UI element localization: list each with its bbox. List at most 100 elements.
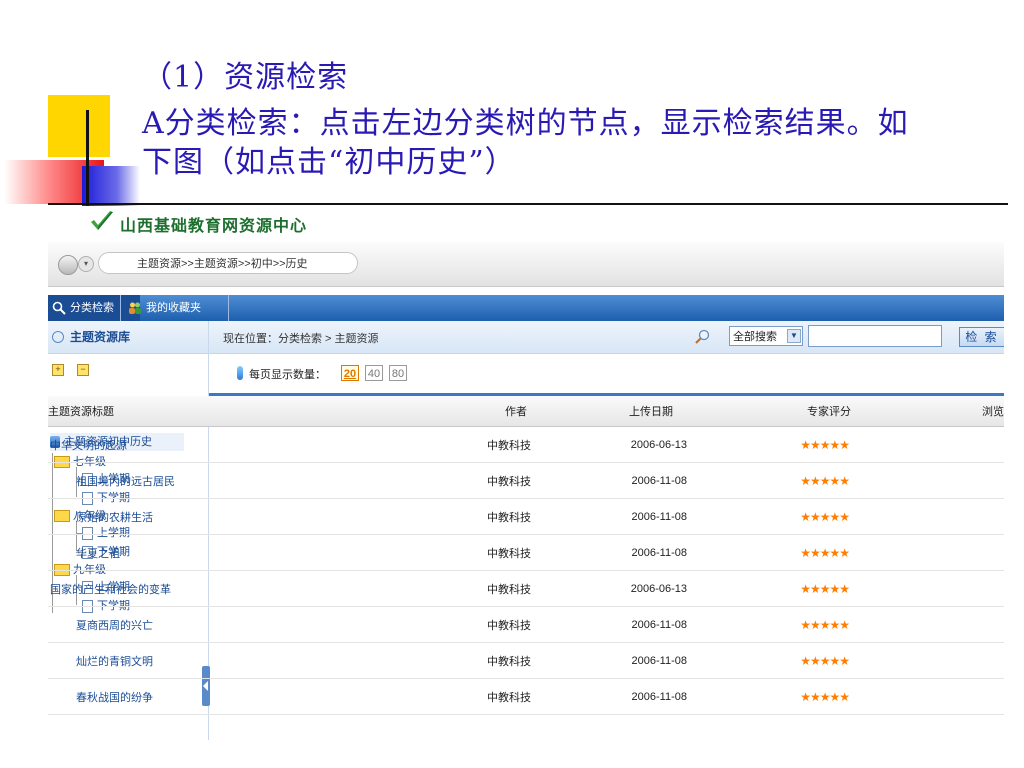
cell-title[interactable]: 灿烂的青铜文明 [48,642,224,679]
expand-all-button[interactable]: + [52,364,64,376]
app-screenshot: 山西基础教育网资源中心 ▾ 主题资源>>主题资源>>初中>>历史 分类检索 我的… [48,206,1004,740]
cell-rating: ★★★★★ [713,678,895,715]
location-bar: 现在位置：分类检索 > 主题资源 全部搜索 ▼ 检 索 [209,321,1004,354]
user-icon[interactable] [58,255,78,275]
chevron-down-icon[interactable]: ▾ [78,256,94,272]
star-rating: ★★★★★ [800,653,850,668]
cell-author: 中教科技 [224,534,549,571]
tree-expand-controls: + − [52,363,99,376]
cell-rating: ★★★★★ [713,606,895,643]
column-header-title-label: 主题资源标题 [48,406,114,418]
sidebar-title: 主题资源库 [70,330,131,344]
cell-title[interactable]: 国家的产生和社会的变革 [48,570,224,607]
column-header-title: 主题资源标题 [48,396,224,427]
cell-title[interactable]: 夏商西周的兴亡 [48,606,224,643]
resource-title-link[interactable]: 祖国境内的远古居民 [76,476,175,488]
resource-title-link[interactable]: 中华文明的起源 [50,440,127,452]
star-rating: ★★★★★ [800,509,850,524]
star-rating: ★★★★★ [800,545,850,560]
search-input[interactable] [808,325,942,347]
cell-rating: ★★★★★ [713,498,895,535]
column-header-views-label: 浏览 [982,406,1004,418]
cell-views [895,678,1004,715]
cell-author: 中教科技 [224,642,549,679]
cell-views [895,498,1004,535]
resource-title-link[interactable]: 春秋战国的纷争 [76,692,153,704]
resource-title-link[interactable]: 灿烂的青铜文明 [76,656,153,668]
table-row[interactable]: 灿烂的青铜文明 中教科技 2006-11-08 ★★★★★ [48,642,1004,679]
table-row[interactable]: 原始的农耕生活 中教科技 2006-11-08 ★★★★★ [48,498,1004,535]
cell-date: 2006-11-08 [549,462,713,499]
cell-title[interactable]: 祖国境内的远古居民 [48,462,224,499]
cell-title[interactable]: 原始的农耕生活 [48,498,224,535]
cell-title[interactable]: 华夏之祖 [48,534,224,571]
page-size-bar: 每页显示数量： 20 40 80 [209,353,1004,396]
sidebar-header: 主题资源库 [48,321,208,354]
table-row[interactable]: 华夏之祖 中教科技 2006-11-08 ★★★★★ [48,534,1004,571]
page-size-label: 每页显示数量： [249,369,326,381]
nav-separator [120,295,121,321]
tab-category-search-label: 分类检索 [70,302,114,314]
column-header-author-label: 作者 [505,406,527,418]
cell-date: 2006-11-08 [549,534,713,571]
slide-body-line-2: 下图（如点击“初中历史”） [142,145,516,180]
logo-bar: 山西基础教育网资源中心 [48,206,1004,242]
cell-views [895,606,1004,643]
tab-favorites-label: 我的收藏夹 [146,302,201,314]
search-scope-select[interactable]: 全部搜索 ▼ [729,326,803,346]
star-rating: ★★★★★ [800,437,850,452]
address-bar: ▾ 主题资源>>主题资源>>初中>>历史 [48,242,1004,287]
column-header-rating: 专家评分 [713,396,895,427]
table-header-row: 主题资源标题 作者 上传日期 专家评分 浏览 [48,396,1004,427]
cell-author: 中教科技 [224,462,549,499]
search-icon [52,301,66,315]
cell-author: 中教科技 [224,678,549,715]
column-header-date-label: 上传日期 [629,406,673,418]
page-size-option-20[interactable]: 20 [341,365,359,381]
cell-date: 2006-11-08 [549,606,713,643]
cell-rating: ★★★★★ [713,642,895,679]
page-size-option-80[interactable]: 80 [389,365,407,381]
slide-deco-blue-bar [82,166,140,206]
cell-title[interactable]: 中华文明的起源 [48,426,224,463]
cell-date: 2006-11-08 [549,642,713,679]
table-row[interactable]: 中华文明的起源 中教科技 2006-06-13 ★★★★★ [48,426,1004,463]
cell-views [895,570,1004,607]
slide-deco-horizontal-line [48,203,1008,205]
slide-body-line-1: A分类检索：点击左边分类树的节点，显示检索结果。如 [142,106,909,141]
slide-heading: （1）资源检索 [142,60,349,95]
resource-title-link[interactable]: 国家的产生和社会的变革 [50,584,171,596]
checkmark-logo-icon [91,211,113,230]
magnifier-icon [695,329,710,344]
resource-title-link[interactable]: 夏商西周的兴亡 [76,620,153,632]
resource-title-link[interactable]: 华夏之祖 [76,548,120,560]
slide-deco-vertical-line [86,110,89,210]
page-size-option-40[interactable]: 40 [365,365,383,381]
chevron-down-icon[interactable]: ▼ [787,329,801,343]
cell-views [895,534,1004,571]
column-header-views: 浏览 [895,396,1004,427]
column-header-rating-label: 专家评分 [807,406,851,418]
star-rating: ★★★★★ [800,617,850,632]
resource-title-link[interactable]: 原始的农耕生活 [76,512,153,524]
cell-author: 中教科技 [224,426,549,463]
table-row[interactable]: 祖国境内的远古居民 中教科技 2006-11-08 ★★★★★ [48,462,1004,499]
cell-views [895,642,1004,679]
cell-title[interactable]: 春秋战国的纷争 [48,678,224,715]
table-row[interactable]: 国家的产生和社会的变革 中教科技 2006-06-13 ★★★★★ [48,570,1004,607]
cell-views [895,462,1004,499]
cell-date: 2006-11-08 [549,678,713,715]
results-table: 主题资源标题 作者 上传日期 专家评分 浏览 中华文明的起源 中教科技 2006-0… [48,396,1004,715]
cell-rating: ★★★★★ [713,426,895,463]
collapse-all-button[interactable]: − [77,364,90,376]
slide-deco-yellow-square [48,95,110,157]
cell-rating: ★★★★★ [713,534,895,571]
cell-date: 2006-11-08 [549,498,713,535]
table-row[interactable]: 夏商西周的兴亡 中教科技 2006-11-08 ★★★★★ [48,606,1004,643]
cell-author: 中教科技 [224,606,549,643]
cell-author: 中教科技 [224,570,549,607]
search-button[interactable]: 检 索 [959,327,1004,347]
cell-views [895,426,1004,463]
table-row[interactable]: 春秋战国的纷争 中教科技 2006-11-08 ★★★★★ [48,678,1004,715]
breadcrumb-address[interactable]: 主题资源>>主题资源>>初中>>历史 [98,252,358,274]
